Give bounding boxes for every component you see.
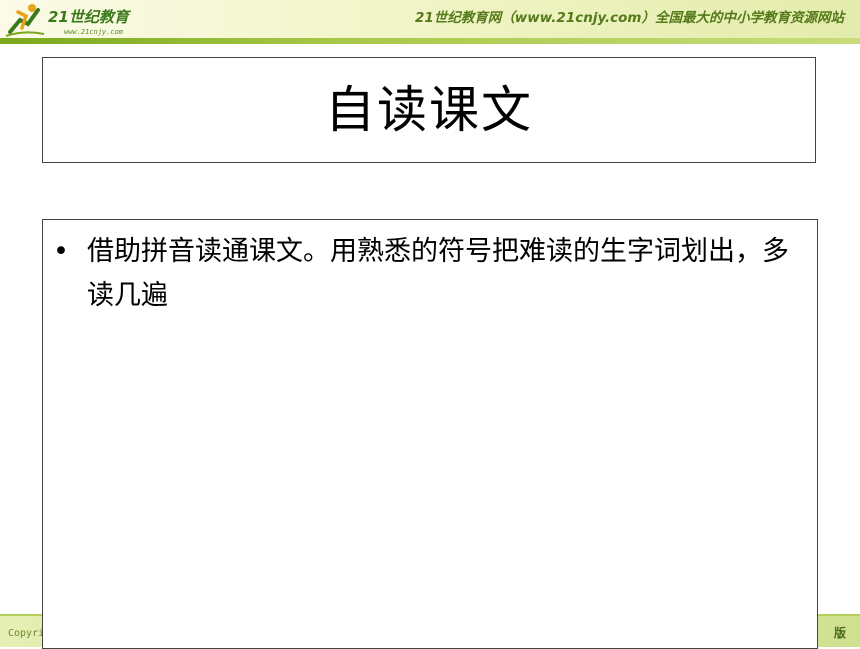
bullet-marker: • [53, 236, 69, 267]
slide-title: 自读课文 [325, 81, 533, 139]
slide-title-box: 自读课文 [42, 57, 816, 163]
logo-url-text: www.21cnjy.com [64, 28, 124, 36]
slide-content-box: • 借助拼音读通课文。用熟悉的符号把难读的生字词划出，多读几遍 [42, 219, 818, 649]
bullet-item: • 借助拼音读通课文。用熟悉的符号把难读的生字词划出，多读几遍 [53, 230, 803, 318]
bullet-text: 借助拼音读通课文。用熟悉的符号把难读的生字词划出，多读几遍 [87, 236, 789, 311]
footer-edition-text: 版 [833, 626, 846, 640]
logo[interactable]: 21世纪教育 www.21cnjy.com [4, 2, 154, 38]
footer-copyright-text: Copyri [8, 628, 45, 639]
logo-brand-text: 21世纪教育 [48, 8, 129, 26]
site-title: 21世纪教育网（www.21cnjy.com）全国最大的中小学教育资源网站 [414, 10, 844, 26]
running-figure-logo-icon [5, 4, 45, 37]
header-banner: 21世纪教育 www.21cnjy.com 21世纪教育网（www.21cnjy… [0, 0, 860, 44]
header-stripe [0, 38, 860, 44]
